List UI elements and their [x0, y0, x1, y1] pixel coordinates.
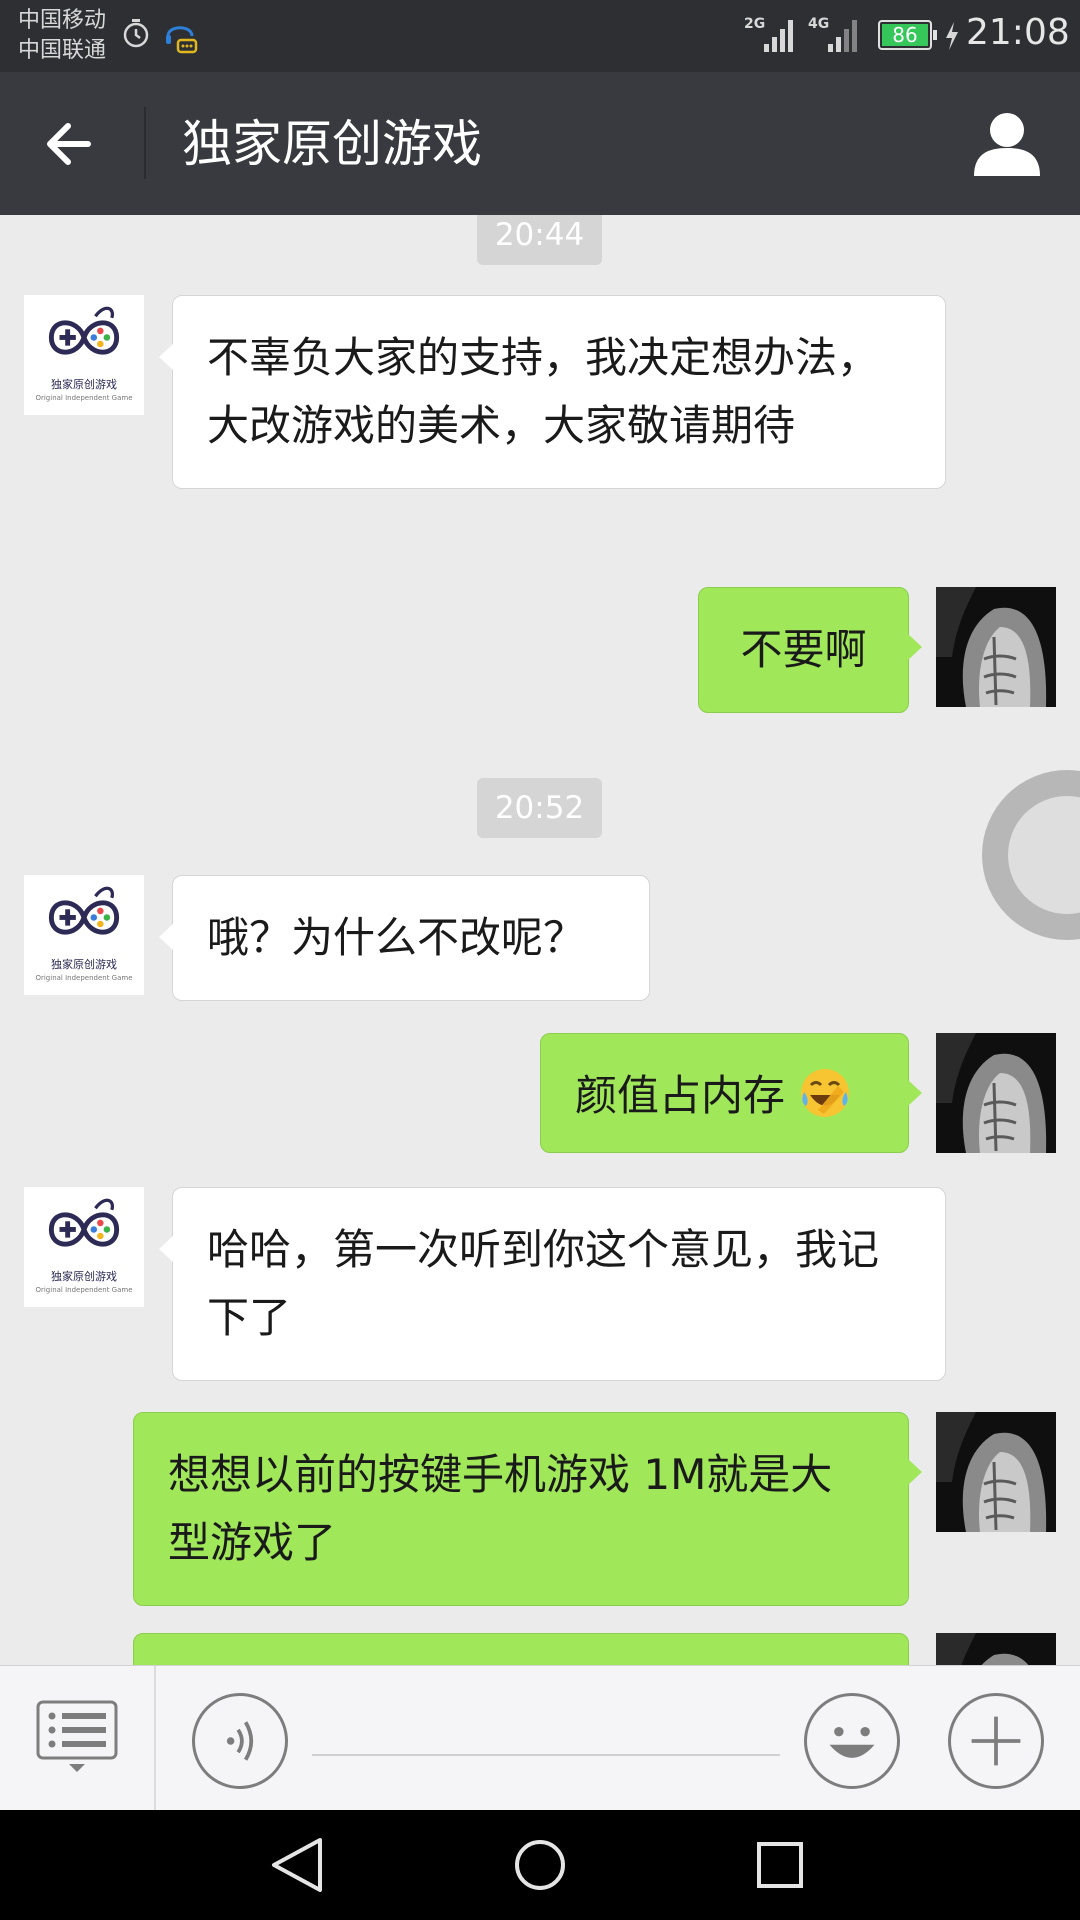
input-divider: [154, 1666, 156, 1811]
notification-icon: [166, 26, 198, 54]
nav-back-icon[interactable]: [264, 1830, 334, 1900]
user-avatar[interactable]: [936, 1412, 1056, 1532]
floating-assist-button[interactable]: [982, 770, 1080, 940]
logo-tagline: Original Independent Game: [35, 974, 133, 982]
user-avatar[interactable]: [936, 1033, 1056, 1153]
sender-avatar[interactable]: 独家原创游戏 Original Independent Game: [24, 875, 144, 995]
message-list[interactable]: 20:44 独家原创游戏 Original Independent Game 不…: [0, 215, 1080, 1665]
message-bubble-outgoing[interactable]: 想想以前的按键手机游戏 1M就是大型游戏了: [133, 1412, 922, 1606]
signal-4g-icon: 4G: [808, 16, 864, 52]
battery-icon: 86: [878, 20, 937, 50]
message-bubble-outgoing-partial[interactable]: [133, 1633, 909, 1665]
timestamp: 20:44: [477, 215, 602, 265]
chat-input-bar: [0, 1665, 1080, 1811]
signal-2g-icon: 2G: [744, 16, 798, 52]
logo-name: 独家原创游戏: [51, 958, 117, 971]
status-time: 21:08: [966, 12, 1070, 53]
message-bubble-incoming[interactable]: 哈哈，第一次听到你这个意见，我记下了: [159, 1187, 946, 1381]
sender-avatar[interactable]: 独家原创游戏 Original Independent Game: [24, 1187, 144, 1307]
emoji-icon[interactable]: [804, 1693, 900, 1789]
system-nav-bar: [0, 1810, 1080, 1920]
status-bar: 中国移动 中国联通 2G 4G 86 21:08: [0, 0, 1080, 72]
plus-icon[interactable]: [948, 1693, 1044, 1789]
message-bubble-incoming[interactable]: 不辜负大家的支持，我决定想办法，大改游戏的美术，大家敬请期待: [159, 295, 946, 489]
nav-home-icon[interactable]: [505, 1830, 575, 1900]
message-bubble-incoming[interactable]: 哦？为什么不改呢？: [159, 875, 650, 1001]
message-bubble-outgoing[interactable]: 颜值占内存: [540, 1033, 922, 1153]
laughing-tears-emoji-icon: [801, 1069, 850, 1117]
carrier-labels: 中国移动 中国联通: [18, 6, 106, 66]
carrier-2: 中国联通: [18, 38, 107, 63]
alarm-icon: [123, 19, 149, 48]
header-divider: [144, 107, 146, 179]
user-avatar-image: [936, 1412, 1056, 1532]
message-text: 颜值占内存: [575, 1071, 786, 1120]
user-avatar-image: [936, 1033, 1056, 1153]
logo-tagline: Original Independent Game: [35, 1286, 133, 1294]
user-avatar[interactable]: [936, 587, 1056, 707]
carrier-1: 中国移动: [18, 8, 107, 33]
charging-icon: [946, 22, 958, 50]
chat-header: 独家原创游戏: [0, 72, 1080, 215]
user-avatar[interactable]: [936, 1633, 1056, 1665]
logo-tagline: Original Independent Game: [35, 394, 133, 402]
voice-icon[interactable]: [192, 1693, 288, 1789]
profile-icon[interactable]: [972, 110, 1042, 176]
network-2-label: 4G: [808, 16, 830, 32]
user-avatar-image: [936, 587, 1056, 707]
network-1-label: 2G: [744, 16, 766, 32]
user-avatar-image: [936, 1633, 1056, 1665]
sender-avatar[interactable]: 独家原创游戏 Original Independent Game: [24, 295, 144, 415]
menu-list-icon[interactable]: [36, 1700, 118, 1774]
battery-level: 86: [882, 24, 928, 46]
page-title: 独家原创游戏: [182, 115, 482, 173]
logo-name: 独家原创游戏: [51, 1270, 117, 1283]
back-arrow-icon[interactable]: [40, 112, 104, 176]
logo-name: 独家原创游戏: [51, 378, 117, 391]
timestamp: 20:52: [477, 778, 602, 838]
message-bubble-outgoing[interactable]: 不要啊: [698, 587, 922, 713]
message-input[interactable]: [312, 1706, 780, 1756]
nav-recents-icon[interactable]: [745, 1830, 815, 1900]
